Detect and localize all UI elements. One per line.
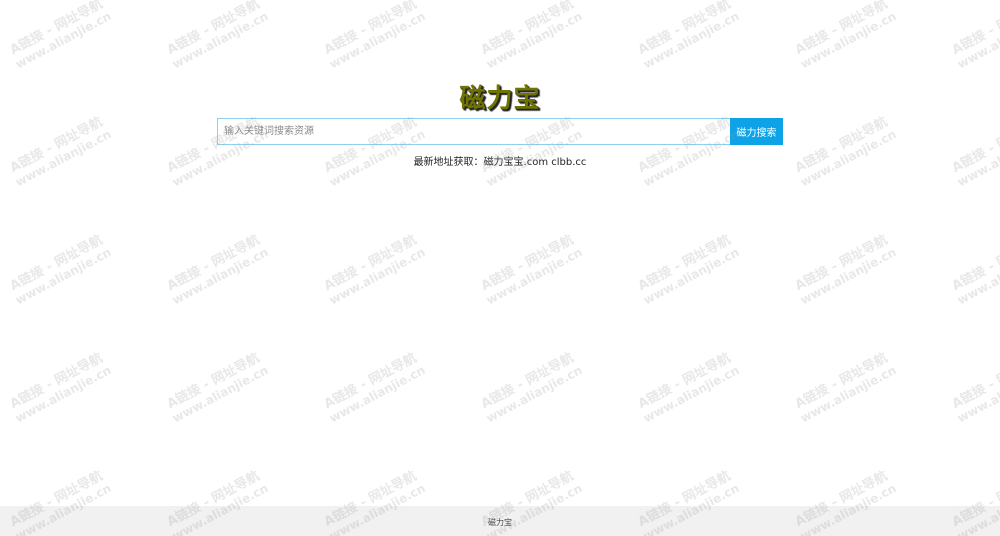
watermark-line2: www.alianjie.cn [640, 244, 742, 308]
watermark: A链接 - 网址导航www.alianjie.cn [0, 111, 119, 192]
watermark-line2: www.alianjie.cn [169, 244, 271, 308]
watermark-line1: A链接 - 网址导航 [792, 350, 891, 413]
watermark: A链接 - 网址导航www.alianjie.cn [0, 347, 119, 428]
watermark: A链接 - 网址导航www.alianjie.cn [942, 229, 1000, 310]
watermark-line1: A链接 - 网址导航 [7, 114, 106, 177]
watermark-line1: A链接 - 网址导航 [164, 0, 263, 59]
watermark-line1: A链接 - 网址导航 [949, 232, 1000, 295]
watermark-line1: A链接 - 网址导航 [949, 0, 1000, 59]
watermark: A链接 - 网址导航www.alianjie.cn [157, 347, 276, 428]
watermark-line2: www.alianjie.cn [954, 8, 1000, 72]
watermark-line2: www.alianjie.cn [169, 8, 271, 72]
watermark-line1: A链接 - 网址导航 [792, 232, 891, 295]
watermark-line1: A链接 - 网址导航 [478, 232, 577, 295]
watermark-line2: www.alianjie.cn [326, 362, 428, 426]
watermark: A链接 - 网址导航www.alianjie.cn [628, 229, 747, 310]
watermark-line2: www.alianjie.cn [640, 362, 742, 426]
watermark: A链接 - 网址导航www.alianjie.cn [471, 0, 590, 75]
address-notice: 最新地址获取：磁力宝宝.com clbb.cc [0, 153, 1000, 168]
watermark-line1: A链接 - 网址导航 [792, 0, 891, 59]
watermark-line2: www.alianjie.cn [640, 8, 742, 72]
watermark-line2: www.alianjie.cn [797, 244, 899, 308]
watermark-line1: A链接 - 网址导航 [949, 350, 1000, 413]
watermark: A链接 - 网址导航www.alianjie.cn [157, 229, 276, 310]
watermark: A链接 - 网址导航www.alianjie.cn [0, 0, 119, 75]
watermark: A链接 - 网址导航www.alianjie.cn [628, 347, 747, 428]
watermark-line1: A链接 - 网址导航 [164, 350, 263, 413]
watermark: A链接 - 网址导航www.alianjie.cn [0, 229, 119, 310]
search-form: 磁力搜索 [217, 118, 783, 145]
watermark: A链接 - 网址导航www.alianjie.cn [314, 0, 433, 75]
watermark: A链接 - 网址导航www.alianjie.cn [785, 111, 904, 192]
watermark-line1: A链接 - 网址导航 [635, 232, 734, 295]
watermark-line1: A链接 - 网址导航 [7, 0, 106, 59]
watermark-line2: www.alianjie.cn [483, 8, 585, 72]
watermark-line1: A链接 - 网址导航 [164, 232, 263, 295]
watermark: A链接 - 网址导航www.alianjie.cn [942, 347, 1000, 428]
watermark-line2: www.alianjie.cn [483, 362, 585, 426]
watermark-line1: A链接 - 网址导航 [792, 114, 891, 177]
watermark: A链接 - 网址导航www.alianjie.cn [471, 229, 590, 310]
watermark-line2: www.alianjie.cn [797, 362, 899, 426]
watermark-line1: A链接 - 网址导航 [478, 350, 577, 413]
watermark: A链接 - 网址导航www.alianjie.cn [471, 347, 590, 428]
watermark: A链接 - 网址导航www.alianjie.cn [314, 347, 433, 428]
watermark-line1: A链接 - 网址导航 [7, 350, 106, 413]
watermark: A链接 - 网址导航www.alianjie.cn [157, 0, 276, 75]
footer: 磁力宝 [0, 506, 1000, 536]
search-button[interactable]: 磁力搜索 [730, 118, 783, 145]
watermark-line2: www.alianjie.cn [169, 362, 271, 426]
watermark-line2: www.alianjie.cn [954, 362, 1000, 426]
watermark-line2: www.alianjie.cn [12, 244, 114, 308]
address-notice-label: 最新地址获取： [413, 157, 484, 168]
watermark-line2: www.alianjie.cn [483, 244, 585, 308]
watermark: A链接 - 网址导航www.alianjie.cn [785, 347, 904, 428]
watermark: A链接 - 网址导航www.alianjie.cn [942, 0, 1000, 75]
search-input[interactable] [217, 118, 730, 145]
watermark-line1: A链接 - 网址导航 [478, 0, 577, 59]
watermark-line1: A链接 - 网址导航 [321, 350, 420, 413]
watermark: A链接 - 网址导航www.alianjie.cn [785, 0, 904, 75]
watermark-line1: A链接 - 网址导航 [321, 0, 420, 59]
watermark-line1: A链接 - 网址导航 [635, 350, 734, 413]
watermark: A链接 - 网址导航www.alianjie.cn [314, 229, 433, 310]
watermark-line2: www.alianjie.cn [326, 8, 428, 72]
watermark-line2: www.alianjie.cn [797, 8, 899, 72]
watermark-line2: www.alianjie.cn [12, 362, 114, 426]
watermark-line2: www.alianjie.cn [954, 244, 1000, 308]
watermark: A链接 - 网址导航www.alianjie.cn [628, 0, 747, 75]
footer-text: 磁力宝 [488, 518, 512, 527]
watermark-line2: www.alianjie.cn [12, 8, 114, 72]
watermark-line1: A链接 - 网址导航 [949, 114, 1000, 177]
watermark-line1: A链接 - 网址导航 [7, 232, 106, 295]
watermark: A链接 - 网址导航www.alianjie.cn [942, 111, 1000, 192]
watermark: A链接 - 网址导航www.alianjie.cn [785, 229, 904, 310]
site-logo[interactable]: 磁力宝 [0, 78, 1000, 115]
page: 磁力宝 磁力搜索 最新地址获取：磁力宝宝.com clbb.cc 磁力宝 A链接… [0, 0, 1000, 536]
address-links[interactable]: 磁力宝宝.com clbb.cc [484, 157, 587, 168]
watermark-line1: A链接 - 网址导航 [321, 232, 420, 295]
watermark-line1: A链接 - 网址导航 [635, 0, 734, 59]
watermark-line2: www.alianjie.cn [326, 244, 428, 308]
